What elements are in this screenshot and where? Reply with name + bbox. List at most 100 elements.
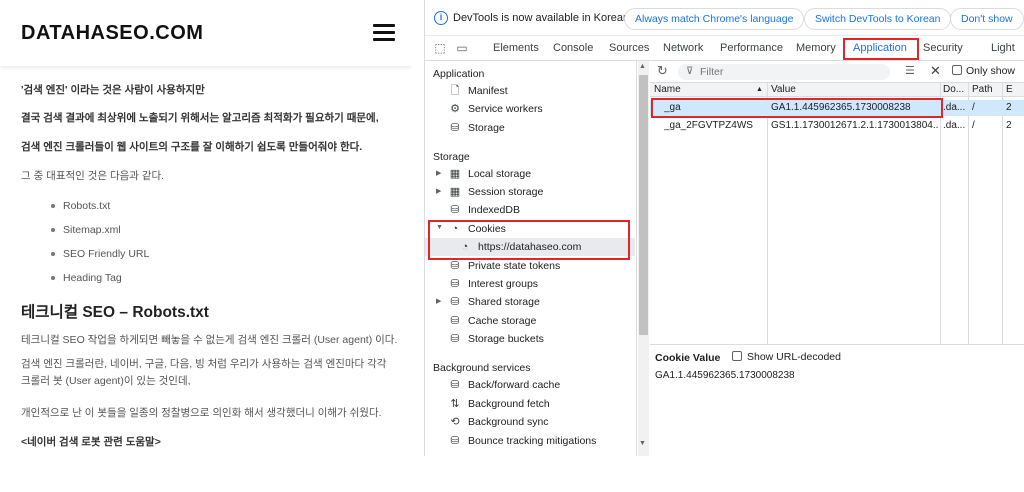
hamburger-menu-icon[interactable] xyxy=(373,24,395,42)
list-item: SEO Friendly URL xyxy=(63,248,150,260)
filter-icon: ⊽ xyxy=(686,66,694,77)
tab-network[interactable]: Network xyxy=(663,42,703,54)
column-header-expires[interactable]: E xyxy=(1006,84,1013,95)
infobar-text: DevTools is now available in Korean! xyxy=(453,12,633,24)
list-bullet xyxy=(51,276,55,280)
column-header-name[interactable]: Name xyxy=(654,84,681,95)
tab-security[interactable]: Security xyxy=(923,42,963,54)
database-icon: ⛁ xyxy=(450,315,460,327)
switch-korean-button[interactable]: Switch DevTools to Korean xyxy=(804,8,952,30)
cookie-value-title: Cookie Value xyxy=(655,352,721,364)
table-icon: ▦ xyxy=(449,186,461,198)
cookie-domain: .da... xyxy=(943,102,966,113)
sidebar-item-bfcache[interactable]: ⛁ Back/forward cache xyxy=(425,376,635,394)
inspect-element-icon[interactable]: ⬚ xyxy=(433,41,447,55)
clear-all-icon[interactable]: ☰ xyxy=(905,64,915,77)
tab-console[interactable]: Console xyxy=(553,42,593,54)
sidebar-item-session-storage[interactable]: ▶ ▦ Session storage xyxy=(425,183,635,201)
expand-arrow-icon[interactable]: ▶ xyxy=(436,169,441,177)
database-icon: ⛁ xyxy=(450,333,460,345)
sidebar-item-local-storage[interactable]: ▶ ▦ Local storage xyxy=(425,165,635,183)
only-show-checkbox[interactable]: Only show xyxy=(952,65,1015,77)
sidebar-item-indexeddb[interactable]: ⛁ IndexedDB xyxy=(425,201,635,219)
tab-lighthouse[interactable]: Light xyxy=(991,42,1015,54)
sidebar-item-interest-groups[interactable]: ⛁ Interest groups xyxy=(425,275,635,293)
article-paragraph: <네이버 검색 로봇 관련 도움말> xyxy=(21,436,161,448)
article-paragraph: '검색 엔진' 이라는 것은 사람이 사용하지만 xyxy=(21,84,205,96)
expand-arrow-icon[interactable]: ▶ xyxy=(436,187,441,195)
tab-sources[interactable]: Sources xyxy=(609,42,649,54)
cookie-value: GS1.1.1730012671.2.1.1730013804.... xyxy=(771,120,939,131)
sidebar-item-label: Interest groups xyxy=(468,278,539,290)
sidebar-item-storage-buckets[interactable]: ⛁ Storage buckets xyxy=(425,330,635,348)
language-infobar: i DevTools is now available in Korean! A… xyxy=(425,0,1024,36)
show-url-decoded-label: Show URL-decoded xyxy=(747,351,841,363)
sidebar-item-service-workers[interactable]: ⚙ Service workers xyxy=(425,100,635,118)
expand-arrow-icon[interactable]: ▶ xyxy=(436,297,441,305)
application-tab-highlight xyxy=(843,38,919,60)
cookie-expires: 2 xyxy=(1006,102,1012,113)
sidebar-item-background-sync[interactable]: ⟲ Background sync xyxy=(425,413,635,431)
document-icon: 🗋 xyxy=(450,85,460,97)
sidebar-section-background: Background services xyxy=(433,362,531,374)
up-down-arrows-icon: ⇅ xyxy=(450,398,460,410)
sidebar-scroll-thumb[interactable] xyxy=(639,75,648,335)
tab-elements[interactable]: Elements xyxy=(493,42,539,54)
database-icon: ⛁ xyxy=(450,296,460,308)
column-header-domain[interactable]: Do... xyxy=(943,84,964,95)
sidebar-item-storage[interactable]: ⛁ Storage xyxy=(425,119,635,137)
tab-performance[interactable]: Performance xyxy=(720,42,783,54)
column-header-path[interactable]: Path xyxy=(972,84,993,95)
scroll-up-arrow-icon[interactable]: ▲ xyxy=(639,63,646,70)
sidebar-item-label: Shared storage xyxy=(468,296,540,308)
database-icon: ⛁ xyxy=(450,278,460,290)
ga-row-highlight-box xyxy=(651,98,943,118)
checkbox-icon[interactable] xyxy=(732,351,742,361)
database-icon: ⛁ xyxy=(450,204,460,216)
article-paragraph: 개인적으로 난 이 봇들을 일종의 정찰병으로 의인화 해서 생각했더니 이해가… xyxy=(21,407,382,419)
tab-memory[interactable]: Memory xyxy=(796,42,836,54)
list-item: Robots.txt xyxy=(63,200,111,212)
cookie-value-text: GA1.1.445962365.1730008238 xyxy=(655,370,795,381)
article-paragraph: 검색 엔진 크롤러들이 웹 사이트의 구조를 잘 이해하기 쉽도록 만들어줘야 … xyxy=(21,141,363,153)
article-paragraph: 테크니컬 SEO 작업을 하게되면 빼놓을 수 없는게 검색 엔진 크롤러 (U… xyxy=(21,334,398,346)
filter-input[interactable] xyxy=(700,65,880,79)
cookie-path: / xyxy=(972,102,975,113)
only-show-label: Only show xyxy=(966,65,1016,77)
sidebar-item-shared-storage[interactable]: ▶ ⛁ Shared storage xyxy=(425,293,635,311)
delete-selected-icon[interactable]: ✕ xyxy=(930,63,941,79)
site-header: DATAHASEO.COM xyxy=(0,0,412,66)
sidebar-item-label: Bounce tracking mitigations xyxy=(468,435,597,447)
database-icon: ⛁ xyxy=(450,122,460,134)
sidebar-item-bounce-tracking[interactable]: ⛁ Bounce tracking mitigations xyxy=(425,432,635,450)
database-icon: ⛁ xyxy=(450,435,460,447)
info-icon: i xyxy=(434,11,448,25)
sidebar-item-cache-storage[interactable]: ⛁ Cache storage xyxy=(425,312,635,330)
refresh-icon[interactable]: ↻ xyxy=(657,64,668,78)
filter-box[interactable]: ⊽ xyxy=(678,64,890,80)
dont-show-button[interactable]: Don't show xyxy=(950,8,1024,30)
site-logo[interactable]: DATAHASEO.COM xyxy=(21,22,203,45)
match-language-button[interactable]: Always match Chrome's language xyxy=(624,8,805,30)
devtools-panel: i DevTools is now available in Korean! A… xyxy=(424,0,1024,456)
device-toolbar-icon[interactable]: ▭ xyxy=(455,41,469,55)
section-heading: 테크니컬 SEO – Robots.txt xyxy=(21,304,209,321)
article-paragraph: 검색 엔진 크롤러란, 네이버, 구글, 다음, 빙 처럼 우리가 사용하는 검… xyxy=(21,358,387,387)
cookies-table: Name ▲ Value Do... Path E _ga GA1.1.4459… xyxy=(650,83,1024,345)
scroll-down-arrow-icon[interactable]: ▼ xyxy=(639,440,646,447)
column-header-value[interactable]: Value xyxy=(771,84,796,95)
list-item: Heading Tag xyxy=(63,272,122,284)
checkbox-icon[interactable] xyxy=(952,65,962,75)
sidebar-item-label: Storage buckets xyxy=(468,333,544,345)
sidebar-item-manifest[interactable]: 🗋 Manifest xyxy=(425,82,635,100)
sidebar-item-label: Session storage xyxy=(468,186,544,198)
show-url-decoded-checkbox[interactable]: Show URL-decoded xyxy=(732,351,841,363)
devtools-tabbar: ⬚ ▭ Elements Console Sources Network Per… xyxy=(425,36,1024,61)
list-bullet xyxy=(51,204,55,208)
article-paragraph: 그 중 대표적인 것은 다음과 같다. xyxy=(21,170,165,182)
sidebar-item-background-fetch[interactable]: ⇅ Background fetch xyxy=(425,395,635,413)
cookie-name: _ga_2FGVTPZ4WS xyxy=(664,120,753,131)
list-bullet xyxy=(51,228,55,232)
table-row[interactable]: _ga_2FGVTPZ4WS GS1.1.1730012671.2.1.1730… xyxy=(650,118,1024,134)
list-bullet xyxy=(51,252,55,256)
